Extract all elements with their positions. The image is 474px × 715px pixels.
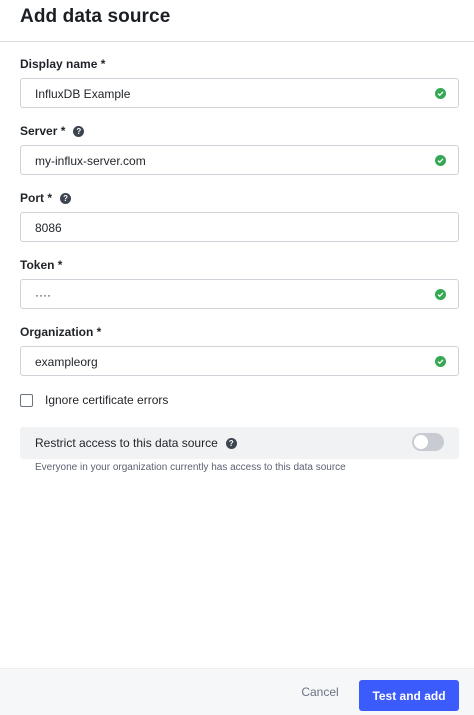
toggle-knob xyxy=(414,435,428,449)
dialog-footer: Cancel Test and add xyxy=(0,668,474,715)
restrict-access-toggle[interactable] xyxy=(412,433,444,451)
ignore-cert-label[interactable]: Ignore certificate errors xyxy=(45,393,168,407)
port-value: 8086 xyxy=(35,221,62,235)
server-value: my-influx-server.com xyxy=(35,154,146,168)
organization-value: exampleorg xyxy=(35,355,98,369)
display-name-input[interactable]: InfluxDB Example xyxy=(20,78,459,108)
organization-input[interactable]: exampleorg xyxy=(20,346,459,376)
cancel-button[interactable]: Cancel xyxy=(296,681,344,703)
token-value: ···· xyxy=(35,288,51,302)
token-label: Token * xyxy=(20,258,63,272)
display-name-field: Display name * InfluxDB Example xyxy=(20,55,459,108)
check-circle-icon xyxy=(435,155,446,166)
restrict-access-note: Everyone in your organization currently … xyxy=(35,462,346,473)
dialog-title: Add data source xyxy=(20,6,171,27)
check-circle-icon xyxy=(435,289,446,300)
token-field: Token * ···· xyxy=(20,256,459,309)
restrict-access-panel: Restrict access to this data source ? xyxy=(20,427,459,459)
dialog-header: Add data source xyxy=(0,0,474,42)
port-input[interactable]: 8086 xyxy=(20,212,459,242)
check-circle-icon xyxy=(435,88,446,99)
question-circle-icon[interactable]: ? xyxy=(60,192,72,204)
test-and-add-button[interactable]: Test and add xyxy=(359,680,459,711)
ignore-cert-row: Ignore certificate errors xyxy=(20,393,168,407)
server-field: Server * ? my-influx-server.com xyxy=(20,122,459,175)
port-field: Port * ? 8086 xyxy=(20,189,459,242)
server-label: Server * xyxy=(20,124,66,138)
organization-field: Organization * exampleorg xyxy=(20,323,459,376)
display-name-value: InfluxDB Example xyxy=(35,87,131,101)
token-input[interactable]: ···· xyxy=(20,279,459,309)
port-label: Port * xyxy=(20,191,53,205)
question-circle-icon[interactable]: ? xyxy=(225,437,237,449)
question-circle-icon[interactable]: ? xyxy=(73,125,85,137)
display-name-label: Display name * xyxy=(20,57,106,71)
server-input[interactable]: my-influx-server.com xyxy=(20,145,459,175)
organization-label: Organization * xyxy=(20,325,102,339)
restrict-access-label: Restrict access to this data source xyxy=(35,436,218,450)
check-circle-icon xyxy=(435,356,446,367)
ignore-cert-checkbox[interactable] xyxy=(20,393,33,407)
